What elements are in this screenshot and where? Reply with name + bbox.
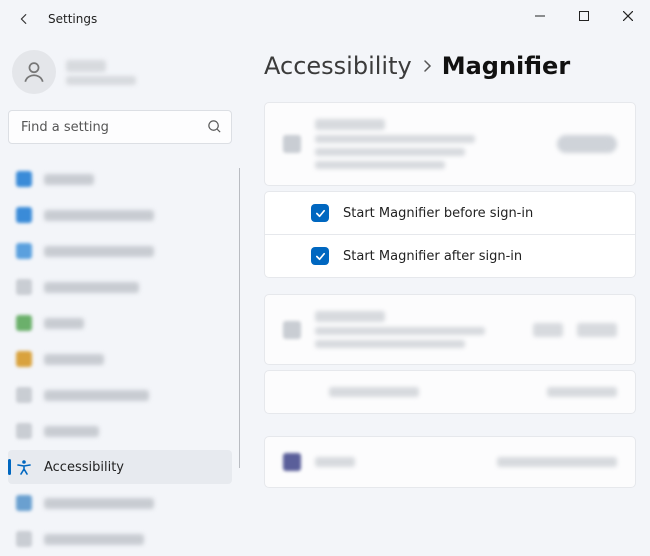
nav-label: Accessibility <box>44 460 124 475</box>
search-icon <box>207 119 222 134</box>
window-title: Settings <box>48 12 97 26</box>
close-button[interactable] <box>606 0 650 32</box>
signin-options-group: Start Magnifier before sign-in Start Mag… <box>264 191 636 278</box>
nav-item[interactable] <box>8 342 232 376</box>
account-header[interactable] <box>8 46 232 108</box>
setting-card[interactable] <box>264 102 636 186</box>
arrow-left-icon <box>17 12 31 26</box>
main-content: Accessibility Magnifier Start Magnifier … <box>240 38 650 519</box>
nav-item[interactable] <box>8 486 232 520</box>
nav-item[interactable] <box>8 378 232 412</box>
chevron-right-icon <box>422 57 432 76</box>
accessibility-icon <box>16 459 32 475</box>
nav-item[interactable] <box>8 198 232 232</box>
nav-item[interactable] <box>8 270 232 304</box>
minimize-icon <box>535 11 545 21</box>
breadcrumb-current: Magnifier <box>442 52 570 80</box>
option-before-signin[interactable]: Start Magnifier before sign-in <box>264 191 636 235</box>
search-input[interactable] <box>8 110 232 144</box>
minimize-button[interactable] <box>518 0 562 32</box>
nav-item[interactable] <box>8 414 232 448</box>
nav-item[interactable] <box>8 234 232 268</box>
option-label: Start Magnifier before sign-in <box>343 206 533 221</box>
setting-card[interactable] <box>264 370 636 414</box>
nav-item[interactable] <box>8 306 232 340</box>
check-icon <box>315 208 326 219</box>
option-label: Start Magnifier after sign-in <box>343 249 522 264</box>
avatar <box>12 50 56 94</box>
window-controls <box>518 0 650 32</box>
option-after-signin[interactable]: Start Magnifier after sign-in <box>264 234 636 278</box>
close-icon <box>623 11 633 21</box>
account-text <box>66 60 136 85</box>
title-bar: Settings <box>0 0 650 38</box>
toggle-switch[interactable] <box>557 135 617 153</box>
nav-item-accessibility[interactable]: Accessibility <box>8 450 232 484</box>
setting-card[interactable] <box>264 294 636 365</box>
setting-card[interactable] <box>264 436 636 488</box>
checkbox-after-signin[interactable] <box>311 247 329 265</box>
checkbox-before-signin[interactable] <box>311 204 329 222</box>
maximize-button[interactable] <box>562 0 606 32</box>
breadcrumb-parent[interactable]: Accessibility <box>264 52 412 80</box>
sidebar-scroll-indicator <box>239 168 240 468</box>
breadcrumb: Accessibility Magnifier <box>264 52 636 80</box>
nav-list: Accessibility <box>8 162 232 556</box>
search-field[interactable] <box>8 110 232 144</box>
maximize-icon <box>579 11 589 21</box>
person-icon <box>21 59 47 85</box>
nav-item[interactable] <box>8 162 232 196</box>
check-icon <box>315 251 326 262</box>
back-button[interactable] <box>14 9 34 29</box>
sidebar: Accessibility <box>0 38 240 519</box>
nav-item[interactable] <box>8 522 232 556</box>
